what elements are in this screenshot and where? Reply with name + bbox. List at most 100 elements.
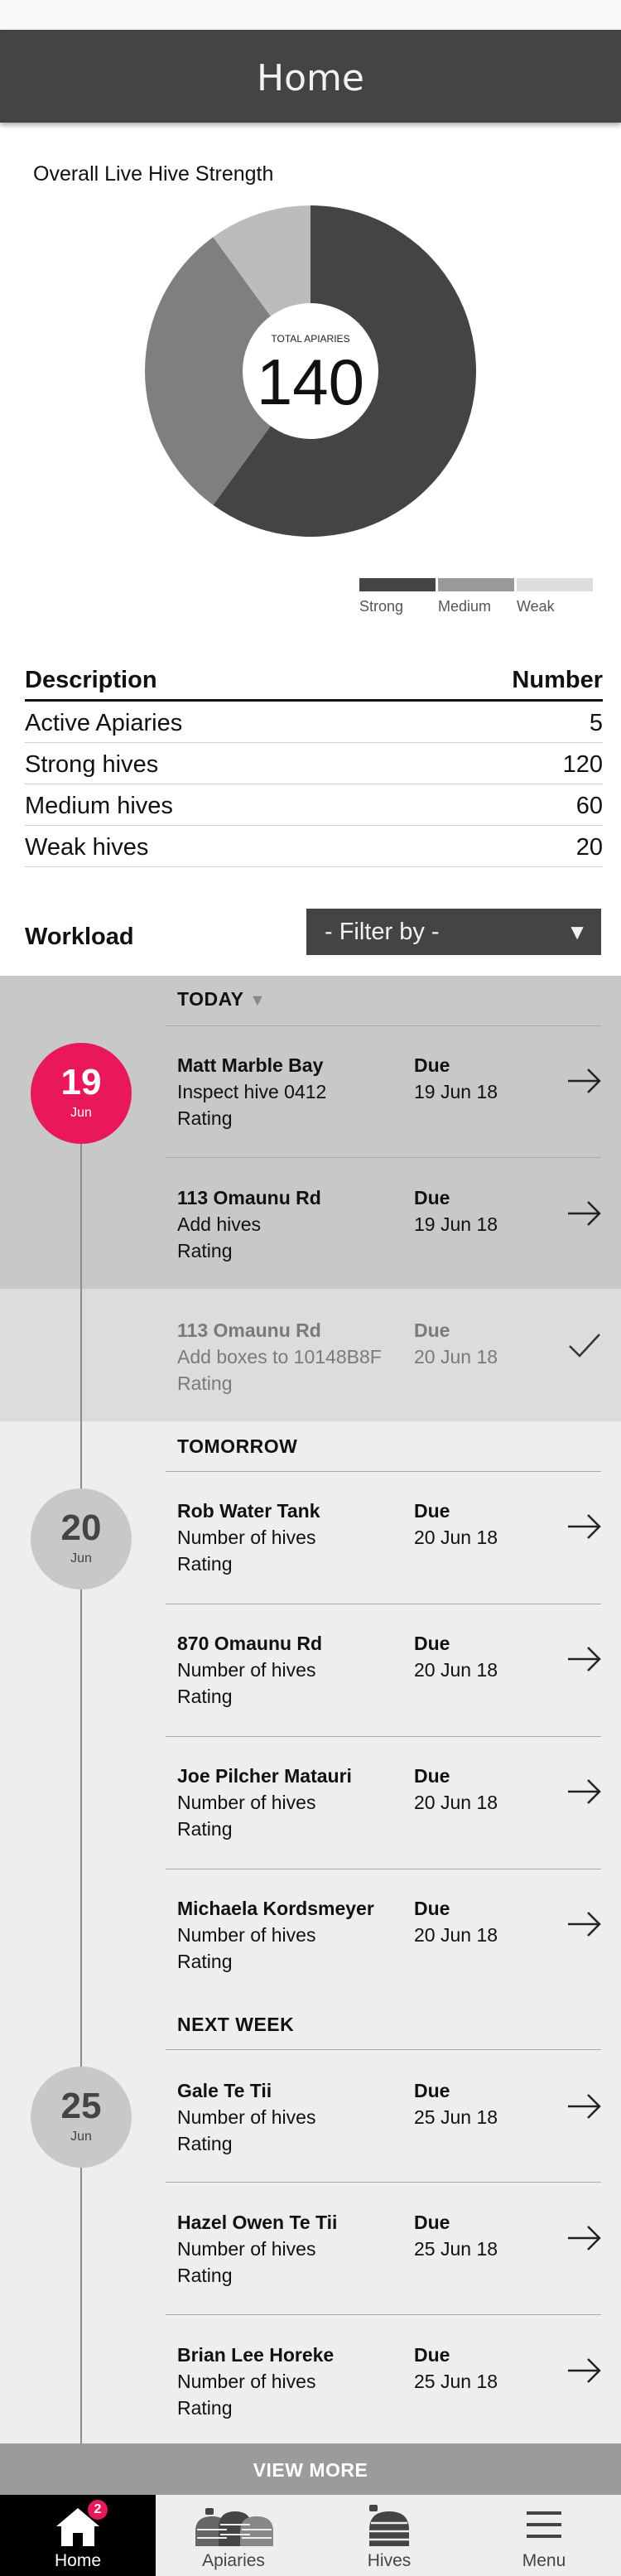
- date-circle-next-week: 25 Jun: [31, 2067, 132, 2168]
- row-value: 20: [575, 834, 603, 861]
- due-date: 20 Jun 18: [414, 1924, 498, 1946]
- row-label: Weak hives: [25, 834, 149, 861]
- view-more-button[interactable]: VIEW MORE: [0, 2443, 621, 2495]
- divider: [166, 1736, 601, 1737]
- date-month: Jun: [70, 1551, 92, 1565]
- task-item[interactable]: Joe Pilcher Matauri Number of hives Rati…: [177, 1765, 608, 1881]
- task-name: 113 Omaunu Rd: [177, 1319, 321, 1341]
- task-name: Joe Pilcher Matauri: [177, 1765, 352, 1787]
- hamburger-menu-icon: [527, 2511, 561, 2538]
- task-item[interactable]: Hazel Owen Te Tii Number of hives Rating…: [177, 2212, 608, 2328]
- arrow-right-icon[interactable]: [566, 2356, 603, 2385]
- task-detail: Number of hives: [177, 1659, 316, 1681]
- task-detail: Number of hives: [177, 2238, 316, 2260]
- arrow-right-icon[interactable]: [566, 1066, 603, 1096]
- due-label: Due: [414, 2212, 450, 2233]
- arrow-right-icon[interactable]: [566, 1909, 603, 1939]
- arrow-right-icon[interactable]: [566, 1644, 603, 1674]
- task-rating: Rating: [177, 1372, 233, 1394]
- divider: [166, 1471, 601, 1472]
- summary-table: Description Number Active Apiaries 5 Stro…: [25, 667, 603, 867]
- filter-dropdown[interactable]: - Filter by - ▼: [306, 909, 601, 955]
- row-label: Active Apiaries: [25, 710, 183, 736]
- task-detail: Number of hives: [177, 1924, 316, 1946]
- tab-hives[interactable]: Hives: [311, 2495, 467, 2576]
- task-detail: Number of hives: [177, 1792, 316, 1813]
- arrow-right-icon[interactable]: [566, 1777, 603, 1807]
- task-rating: Rating: [177, 2397, 233, 2419]
- task-item[interactable]: Michaela Kordsmeyer Number of hives Rati…: [177, 1898, 608, 2014]
- divider: [166, 2049, 601, 2050]
- due-date: 25 Jun 18: [414, 2106, 498, 2128]
- due-label: Due: [414, 1054, 450, 1076]
- task-rating: Rating: [177, 1686, 233, 1707]
- table-row: Strong hives 120: [25, 743, 603, 784]
- row-value: 60: [575, 793, 603, 819]
- tab-label: Apiaries: [202, 2551, 265, 2570]
- legend-item-strong: Strong: [359, 578, 436, 615]
- row-label: Strong hives: [25, 751, 159, 778]
- group-heading-next-week: NEXT WEEK: [177, 2014, 295, 2035]
- task-rating: Rating: [177, 2133, 233, 2154]
- task-name: 870 Omaunu Rd: [177, 1633, 323, 1654]
- due-date: 19 Jun 18: [414, 1081, 498, 1102]
- arrow-right-icon[interactable]: [566, 2091, 603, 2121]
- tab-menu[interactable]: Menu: [467, 2495, 621, 2576]
- due-label: Due: [414, 2344, 450, 2366]
- task-item[interactable]: 113 Omaunu Rd Add hives Rating Due 19 Ju…: [177, 1187, 608, 1303]
- arrow-right-icon[interactable]: [566, 2223, 603, 2253]
- task-name: Hazel Owen Te Tii: [177, 2212, 338, 2233]
- date-circle-tomorrow: 20 Jun: [31, 1488, 132, 1589]
- legend-swatch: [438, 578, 514, 591]
- hive-strength-donut: TOTAL APIARIES 140: [144, 205, 476, 537]
- timeline-line: [80, 1105, 82, 2443]
- group-heading-today: TODAY ▼: [177, 988, 266, 1011]
- date-day: 20: [60, 1507, 102, 1548]
- task-rating: Rating: [177, 1818, 233, 1840]
- row-value: 120: [562, 751, 603, 778]
- app-header: Home: [0, 30, 621, 123]
- task-rating: Rating: [177, 1240, 233, 1261]
- table-row: Weak hives 20: [25, 826, 603, 867]
- task-name: Gale Te Tii: [177, 2080, 272, 2101]
- column-header-description: Description: [25, 667, 157, 693]
- legend-label: Weak: [517, 598, 555, 615]
- group-heading-label: TODAY: [177, 988, 244, 1010]
- task-detail: Number of hives: [177, 2106, 316, 2128]
- task-name: Rob Water Tank: [177, 1500, 320, 1522]
- date-day: 25: [60, 2086, 102, 2126]
- legend-label: Medium: [438, 598, 492, 615]
- task-item[interactable]: Gale Te Tii Number of hives Rating Due 2…: [177, 2080, 608, 2196]
- tab-home[interactable]: 2 Home: [0, 2495, 156, 2576]
- date-day: 19: [60, 1062, 102, 1102]
- task-rating: Rating: [177, 1553, 233, 1575]
- arrow-right-icon[interactable]: [566, 1199, 603, 1228]
- due-date: 20 Jun 18: [414, 1346, 498, 1368]
- workload-title: Workload: [25, 924, 134, 950]
- tab-apiaries[interactable]: Apiaries: [156, 2495, 311, 2576]
- chart-title: Overall Live Hive Strength: [33, 162, 274, 186]
- arrow-right-icon[interactable]: [566, 1512, 603, 1541]
- task-item[interactable]: Rob Water Tank Number of hives Rating Du…: [177, 1500, 608, 1616]
- page-title: Home: [257, 57, 364, 99]
- task-item[interactable]: Matt Marble Bay Inspect hive 0412 Rating…: [177, 1054, 608, 1170]
- due-date: 20 Jun 18: [414, 1527, 498, 1548]
- task-item[interactable]: Brian Lee Horeke Number of hives Rating …: [177, 2344, 608, 2460]
- row-label: Medium hives: [25, 793, 173, 819]
- divider: [166, 2314, 601, 2315]
- tab-label: Hives: [367, 2551, 412, 2570]
- task-name: Brian Lee Horeke: [177, 2344, 335, 2366]
- task-detail: Number of hives: [177, 1527, 316, 1548]
- task-item[interactable]: 870 Omaunu Rd Number of hives Rating Due…: [177, 1633, 608, 1749]
- divider: [166, 1157, 601, 1158]
- date-month: Jun: [70, 1106, 92, 1120]
- task-detail: Add boxes to 10148B8F: [177, 1346, 382, 1368]
- due-label: Due: [414, 1319, 450, 1341]
- date-month: Jun: [70, 2130, 92, 2144]
- due-label: Due: [414, 2080, 450, 2101]
- date-circle-today: 19 Jun: [31, 1043, 132, 1144]
- task-name: 113 Omaunu Rd: [177, 1187, 321, 1208]
- task-item-completed[interactable]: 113 Omaunu Rd Add boxes to 10148B8F Rati…: [177, 1319, 608, 1435]
- due-date: 19 Jun 18: [414, 1213, 498, 1235]
- task-detail: Inspect hive 0412: [177, 1081, 327, 1102]
